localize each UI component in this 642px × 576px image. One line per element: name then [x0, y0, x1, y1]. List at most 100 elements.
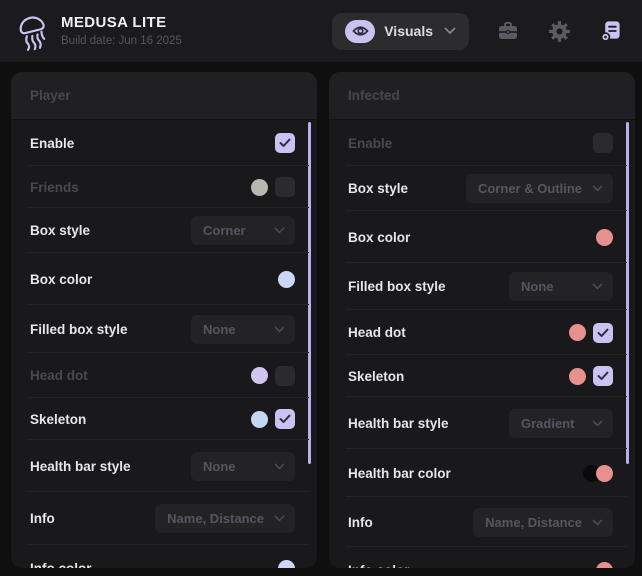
- checkbox-head-dot[interactable]: [275, 366, 295, 386]
- checkbox-head-dot[interactable]: [593, 323, 613, 343]
- row-controls: [251, 409, 295, 429]
- setting-label: Box style: [348, 181, 408, 196]
- header-toolbar: Visuals: [332, 13, 622, 50]
- dropdown-value: Name, Distance: [485, 515, 582, 530]
- dropdown-value: Corner & Outline: [478, 181, 582, 196]
- dropdown-value: Name, Distance: [167, 511, 264, 526]
- setting-label: Enable: [30, 136, 74, 151]
- color-swatch[interactable]: [251, 411, 268, 428]
- color-swatch[interactable]: [596, 465, 613, 482]
- dropdown-box-style[interactable]: Corner & Outline: [466, 174, 613, 203]
- checkbox-skeleton[interactable]: [275, 409, 295, 429]
- setting-label: Filled box style: [348, 279, 446, 294]
- setting-label: Head dot: [30, 368, 88, 383]
- dropdown-health-bar-style[interactable]: Gradient: [509, 409, 613, 438]
- dropdown-box-style[interactable]: Corner: [191, 216, 295, 245]
- dropdown-value: Gradient: [521, 416, 574, 431]
- color-swatch[interactable]: [569, 368, 586, 385]
- setting-label: Enable: [348, 136, 392, 151]
- toolbox-button[interactable]: [496, 19, 520, 43]
- color-swatch[interactable]: [278, 560, 295, 569]
- panel-infected: Infected Enable Box style Corner & Outline…: [329, 72, 635, 568]
- gear-icon: [548, 20, 571, 43]
- color-swatch[interactable]: [278, 271, 295, 288]
- color-swatch[interactable]: [251, 367, 268, 384]
- row-controls: [596, 229, 613, 246]
- setting-label: Skeleton: [30, 412, 86, 427]
- setting-label: Health bar style: [30, 459, 131, 474]
- color-swatch[interactable]: [569, 324, 586, 341]
- license-button[interactable]: [598, 19, 622, 43]
- checkbox-enable[interactable]: [275, 133, 295, 153]
- color-swatch[interactable]: [596, 229, 613, 246]
- dropdown-filled-box-style[interactable]: None: [509, 272, 613, 301]
- row-controls: [569, 366, 613, 386]
- chevron-down-icon: [592, 420, 603, 427]
- row-controls: Corner & Outline: [466, 174, 613, 203]
- row-controls: None: [191, 315, 295, 344]
- setting-row-box-color: Box color: [329, 211, 635, 263]
- color-swatch[interactable]: [251, 179, 268, 196]
- panel-player: Player EnableFriendsBox styleCornerBox c…: [11, 72, 317, 568]
- setting-row-skeleton: Skeleton: [329, 355, 635, 397]
- dropdown-filled-box-style[interactable]: None: [191, 315, 295, 344]
- setting-row-info: Info Name, Distance: [329, 497, 635, 547]
- dropdown-info[interactable]: Name, Distance: [155, 504, 295, 533]
- setting-row-enable: Enable: [11, 120, 317, 166]
- row-controls: Corner: [191, 216, 295, 245]
- checkbox-skeleton[interactable]: [593, 366, 613, 386]
- row-controls: None: [509, 272, 613, 301]
- panel-infected-header: Infected: [329, 72, 635, 120]
- dropdown-health-bar-style[interactable]: None: [191, 452, 295, 481]
- row-controls: [275, 133, 295, 153]
- chevron-down-icon: [274, 463, 285, 470]
- setting-label: Info: [348, 515, 373, 530]
- setting-row-head-dot: Head dot: [11, 353, 317, 398]
- tab-selector-visuals[interactable]: Visuals: [332, 13, 469, 50]
- chevron-down-icon: [274, 227, 285, 234]
- chevron-down-icon: [274, 326, 285, 333]
- title-block: MEDUSA LITE Build date: Jun 16 2025: [61, 14, 182, 48]
- setting-label: Info color: [348, 563, 410, 569]
- setting-label: Health bar style: [348, 416, 449, 431]
- settings-button[interactable]: [547, 19, 571, 43]
- checkbox-friends[interactable]: [275, 177, 295, 197]
- dropdown-info[interactable]: Name, Distance: [473, 508, 613, 537]
- setting-row-enable: Enable: [329, 120, 635, 166]
- setting-row-box-style: Box style Corner & Outline: [329, 166, 635, 211]
- panel-player-body: EnableFriendsBox styleCornerBox colorFil…: [11, 120, 317, 568]
- license-icon: [599, 19, 622, 43]
- setting-label: Box color: [348, 230, 410, 245]
- setting-row-info-color: Info color: [329, 547, 635, 568]
- dropdown-value: None: [203, 459, 236, 474]
- dropdown-value: None: [203, 322, 236, 337]
- checkbox-enable[interactable]: [593, 133, 613, 153]
- panel-title: Player: [30, 88, 71, 103]
- setting-row-info: Info Name, Distance: [11, 492, 317, 545]
- chevron-down-icon: [592, 283, 603, 290]
- setting-label: Info: [30, 511, 55, 526]
- row-controls: [251, 177, 295, 197]
- setting-label: Box color: [30, 272, 92, 287]
- toolbox-icon: [496, 19, 520, 43]
- setting-row-skeleton: Skeleton: [11, 398, 317, 440]
- chevron-down-icon: [592, 519, 603, 526]
- setting-label: Head dot: [348, 325, 406, 340]
- app-title: MEDUSA LITE: [61, 14, 182, 33]
- row-controls: None: [191, 452, 295, 481]
- row-controls: [251, 366, 295, 386]
- row-controls: [278, 560, 295, 569]
- panel-infected-body: Enable Box style Corner & Outline Box color…: [329, 120, 635, 568]
- setting-row-box-style: Box styleCorner: [11, 208, 317, 253]
- titlebar: MEDUSA LITE Build date: Jun 16 2025 Visu…: [0, 0, 642, 62]
- setting-label: Skeleton: [348, 369, 404, 384]
- setting-label: Health bar color: [348, 466, 451, 481]
- color-swatch[interactable]: [596, 562, 613, 569]
- row-controls: Name, Distance: [473, 508, 613, 537]
- build-date: Build date: Jun 16 2025: [61, 34, 182, 48]
- dropdown-value: None: [521, 279, 554, 294]
- row-controls: Name, Distance: [155, 504, 295, 533]
- chevron-down-icon: [592, 185, 603, 192]
- panel-player-header: Player: [11, 72, 317, 120]
- setting-row-head-dot: Head dot: [329, 310, 635, 355]
